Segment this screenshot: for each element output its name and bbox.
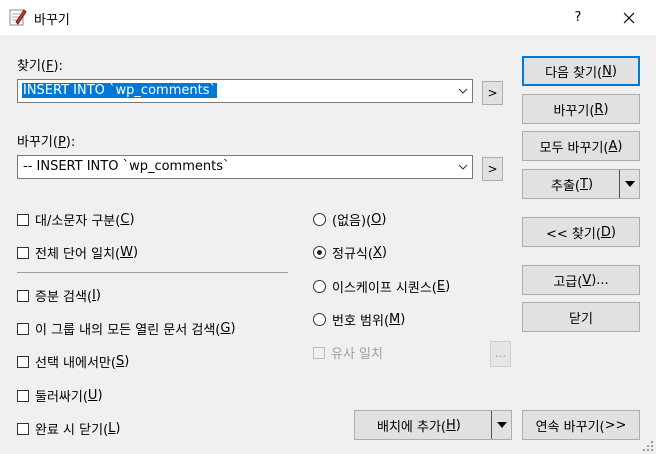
close-window-button[interactable] <box>612 5 646 31</box>
mode-regex-radio[interactable]: 정규식(X) <box>313 243 387 262</box>
replace-label: 바꾸기(P): <box>17 135 76 150</box>
find-more-button[interactable]: > <box>482 81 503 105</box>
chevron-down-icon <box>458 88 468 94</box>
app-icon <box>9 8 27 26</box>
all-open-docs-checkbox[interactable]: 이 그룹 내의 모든 열린 문서 검색(G) <box>17 319 236 338</box>
match-case-checkbox[interactable]: 대/소문자 구분(C) <box>17 210 135 229</box>
in-selection-checkbox[interactable]: 선택 내에서만(S) <box>17 352 129 371</box>
similar-match-checkbox[interactable]: 유사 일치 <box>313 343 383 362</box>
replace-input[interactable]: -- INSERT INTO `wp_comments` <box>22 159 230 174</box>
find-previous-button[interactable]: << 찾기(D) <box>522 217 640 247</box>
continuous-replace-button[interactable]: 연속 바꾸기( >> <box>522 410 640 440</box>
chevron-down-icon <box>458 164 468 170</box>
extract-dropdown[interactable] <box>619 170 639 198</box>
title-bar: 바꾸기 ? <box>0 0 656 35</box>
triangle-down-icon <box>624 181 635 187</box>
mode-escape-radio[interactable]: 이스케이프 시퀀스(E) <box>313 277 450 296</box>
similar-options-button[interactable]: ... <box>490 341 511 367</box>
find-next-button[interactable]: 다음 찾기(N) <box>522 56 640 86</box>
replace-more-button[interactable]: > <box>482 157 503 181</box>
replace-button[interactable]: 바꾸기(R) <box>522 94 640 124</box>
close-icon <box>623 12 635 24</box>
mode-none-radio[interactable]: (없음)(O) <box>313 210 386 229</box>
window-title: 바꾸기 <box>34 13 70 28</box>
wrap-around-checkbox[interactable]: 둘러싸기(U) <box>17 386 103 405</box>
find-input[interactable]: INSERT INTO `wp_comments` <box>22 83 217 98</box>
close-on-done-checkbox[interactable]: 완료 시 닫기(L) <box>17 419 120 438</box>
mode-range-radio[interactable]: 번호 범위(M) <box>313 310 405 329</box>
find-combobox[interactable]: INSERT INTO `wp_comments` <box>17 79 473 103</box>
triangle-down-icon <box>496 422 507 428</box>
close-button[interactable]: 닫기 <box>522 302 640 332</box>
extract-split-button[interactable]: 추출(T) <box>522 169 640 199</box>
whole-word-checkbox[interactable]: 전체 단어 일치(W) <box>17 243 138 262</box>
replace-combobox[interactable]: -- INSERT INTO `wp_comments` <box>17 155 473 179</box>
add-to-batch-split-button[interactable]: 배치에 추가(H) <box>354 410 512 440</box>
advanced-button[interactable]: 고급(V)... <box>522 265 640 295</box>
divider <box>17 272 288 273</box>
find-label: 찾기(F): <box>17 59 63 74</box>
resize-grip-icon[interactable] <box>642 440 654 452</box>
help-button[interactable]: ? <box>563 5 593 31</box>
replace-all-button[interactable]: 모두 바꾸기(A) <box>522 131 640 161</box>
incremental-search-checkbox[interactable]: 증분 검색(I) <box>17 286 101 305</box>
add-to-batch-dropdown[interactable] <box>491 411 511 439</box>
